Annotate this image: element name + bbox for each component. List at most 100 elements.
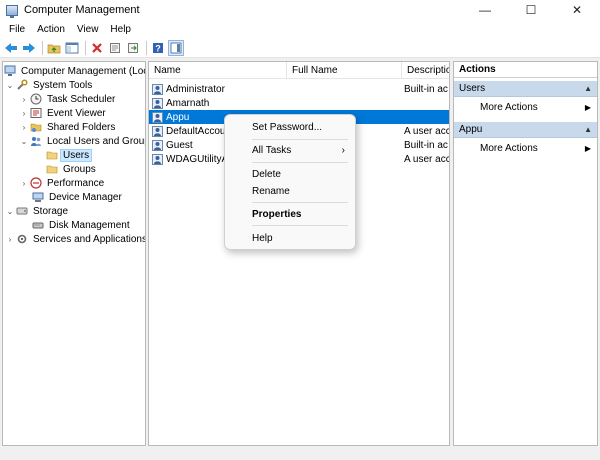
actions-section-users[interactable]: Users ▲ [454, 81, 597, 97]
column-header-description[interactable]: Description [402, 62, 449, 79]
more-actions-users[interactable]: More Actions ▶ [454, 99, 597, 115]
menu-help[interactable]: Help [105, 24, 136, 35]
collapse-up-icon[interactable]: ▲ [584, 84, 592, 93]
menu-item-all-tasks[interactable]: All Tasks › [225, 141, 355, 159]
forward-arrow-icon [23, 42, 35, 53]
tree-label: Storage [33, 205, 69, 217]
refresh-button[interactable] [125, 40, 141, 56]
toolbar-separator [42, 40, 43, 55]
close-button[interactable]: ✕ [554, 0, 600, 20]
users-group-icon [30, 135, 42, 147]
menu-separator [252, 162, 348, 163]
tree-item-task-scheduler[interactable]: › Task Scheduler [19, 92, 117, 106]
chevron-right-icon[interactable]: › [19, 179, 29, 188]
user-icon [152, 125, 163, 137]
tree-label: Performance [47, 177, 105, 189]
actions-section-appu[interactable]: Appu ▲ [454, 122, 597, 138]
user-icon [152, 111, 163, 123]
chevron-right-icon[interactable]: › [19, 95, 29, 104]
up-folder-button[interactable] [46, 40, 62, 56]
user-name: Appu [166, 111, 190, 123]
tree-item-device-manager[interactable]: Device Manager [31, 190, 124, 204]
tree-item-local-users-groups[interactable]: ⌄ Local Users and Groups [19, 134, 146, 148]
menu-item-delete[interactable]: Delete [225, 165, 355, 183]
chevron-right-icon[interactable]: › [5, 235, 15, 244]
tree-item-services-applications[interactable]: › Services and Applications [5, 232, 146, 246]
menu-separator [252, 202, 348, 203]
submenu-arrow-icon: ▶ [584, 102, 591, 112]
user-description: Built-in ac [404, 83, 448, 95]
chevron-down-icon[interactable]: ⌄ [5, 81, 15, 90]
user-description: A user acc [404, 125, 449, 137]
toolbar: ? [0, 38, 600, 58]
computer-icon [4, 65, 16, 77]
show-hide-tree-button[interactable] [64, 40, 80, 56]
back-arrow-icon [5, 42, 17, 53]
user-icon [152, 97, 163, 109]
services-icon [16, 233, 28, 245]
properties-icon [110, 42, 120, 53]
svg-text:?: ? [155, 43, 161, 53]
more-actions-label: More Actions [480, 101, 538, 113]
shared-folder-icon [30, 121, 42, 133]
menu-file[interactable]: File [4, 24, 30, 35]
tree-label: Event Viewer [47, 107, 106, 119]
menu-separator [252, 139, 348, 140]
folder-icon [46, 163, 58, 175]
menu-item-help[interactable]: Help [225, 229, 355, 247]
tree-item-shared-folders[interactable]: › Shared Folders [19, 120, 117, 134]
user-name: Guest [166, 139, 193, 151]
tree-label: Disk Management [49, 219, 130, 231]
console-tree-icon [65, 42, 79, 53]
menu-item-properties[interactable]: Properties [225, 205, 355, 223]
properties-button[interactable] [107, 40, 123, 56]
show-action-pane-button[interactable] [168, 39, 184, 56]
column-header-full-name[interactable]: Full Name [287, 62, 402, 79]
tree-label: Users [59, 148, 93, 162]
delete-x-icon [92, 42, 102, 53]
tree-item-storage[interactable]: ⌄ Storage [5, 204, 70, 218]
table-row[interactable]: Amarnath [149, 96, 449, 110]
folder-up-icon [47, 44, 61, 53]
chevron-right-icon[interactable]: › [19, 109, 29, 118]
tree-item-system-tools[interactable]: ⌄ System Tools [5, 78, 94, 92]
chevron-down-icon[interactable]: ⌄ [19, 137, 29, 146]
forward-button[interactable] [21, 40, 37, 56]
console-tree-pane[interactable]: Computer Management (Local ⌄ System Tool… [2, 61, 146, 446]
chevron-right-icon[interactable]: › [19, 123, 29, 132]
tree-item-event-viewer[interactable]: › Event Viewer [19, 106, 108, 120]
tree-label: Groups [63, 163, 96, 175]
tree-item-disk-management[interactable]: Disk Management [31, 218, 132, 232]
folder-icon [46, 149, 58, 161]
tree-label: Computer Management (Local [21, 65, 146, 77]
table-row[interactable]: Administrator Built-in ac [149, 82, 449, 96]
help-icon: ? [153, 42, 163, 53]
column-header-name[interactable]: Name [149, 62, 287, 79]
menu-item-rename[interactable]: Rename [225, 182, 355, 200]
menu-view[interactable]: View [72, 24, 104, 35]
actions-section-label: Appu [459, 124, 483, 135]
menu-bar: File Action View Help [0, 20, 600, 38]
menu-action[interactable]: Action [32, 24, 70, 35]
user-name: Amarnath [166, 97, 210, 109]
user-name: DefaultAccoun [166, 125, 232, 137]
back-button[interactable] [3, 40, 19, 56]
tree-item-groups[interactable]: Groups [45, 162, 98, 176]
tree-item-performance[interactable]: › Performance [19, 176, 106, 190]
maximize-button[interactable]: ☐ [508, 0, 554, 20]
action-pane-icon [170, 42, 182, 53]
tree-label: Local Users and Groups [47, 135, 146, 147]
more-actions-appu[interactable]: More Actions ▶ [454, 140, 597, 156]
help-button[interactable]: ? [150, 40, 166, 56]
delete-button[interactable] [89, 40, 105, 56]
storage-icon [16, 205, 28, 217]
user-icon [152, 83, 163, 95]
chevron-down-icon[interactable]: ⌄ [5, 207, 15, 216]
tree-item-users[interactable]: Users [45, 148, 93, 162]
collapse-up-icon[interactable]: ▲ [584, 125, 592, 134]
menu-item-set-password[interactable]: Set Password... [225, 118, 355, 136]
tree-label: Task Scheduler [47, 93, 116, 105]
tree-item-computer-management[interactable]: Computer Management (Local [3, 64, 146, 78]
minimize-button[interactable]: — [462, 0, 508, 20]
tree-label: Services and Applications [33, 233, 146, 245]
